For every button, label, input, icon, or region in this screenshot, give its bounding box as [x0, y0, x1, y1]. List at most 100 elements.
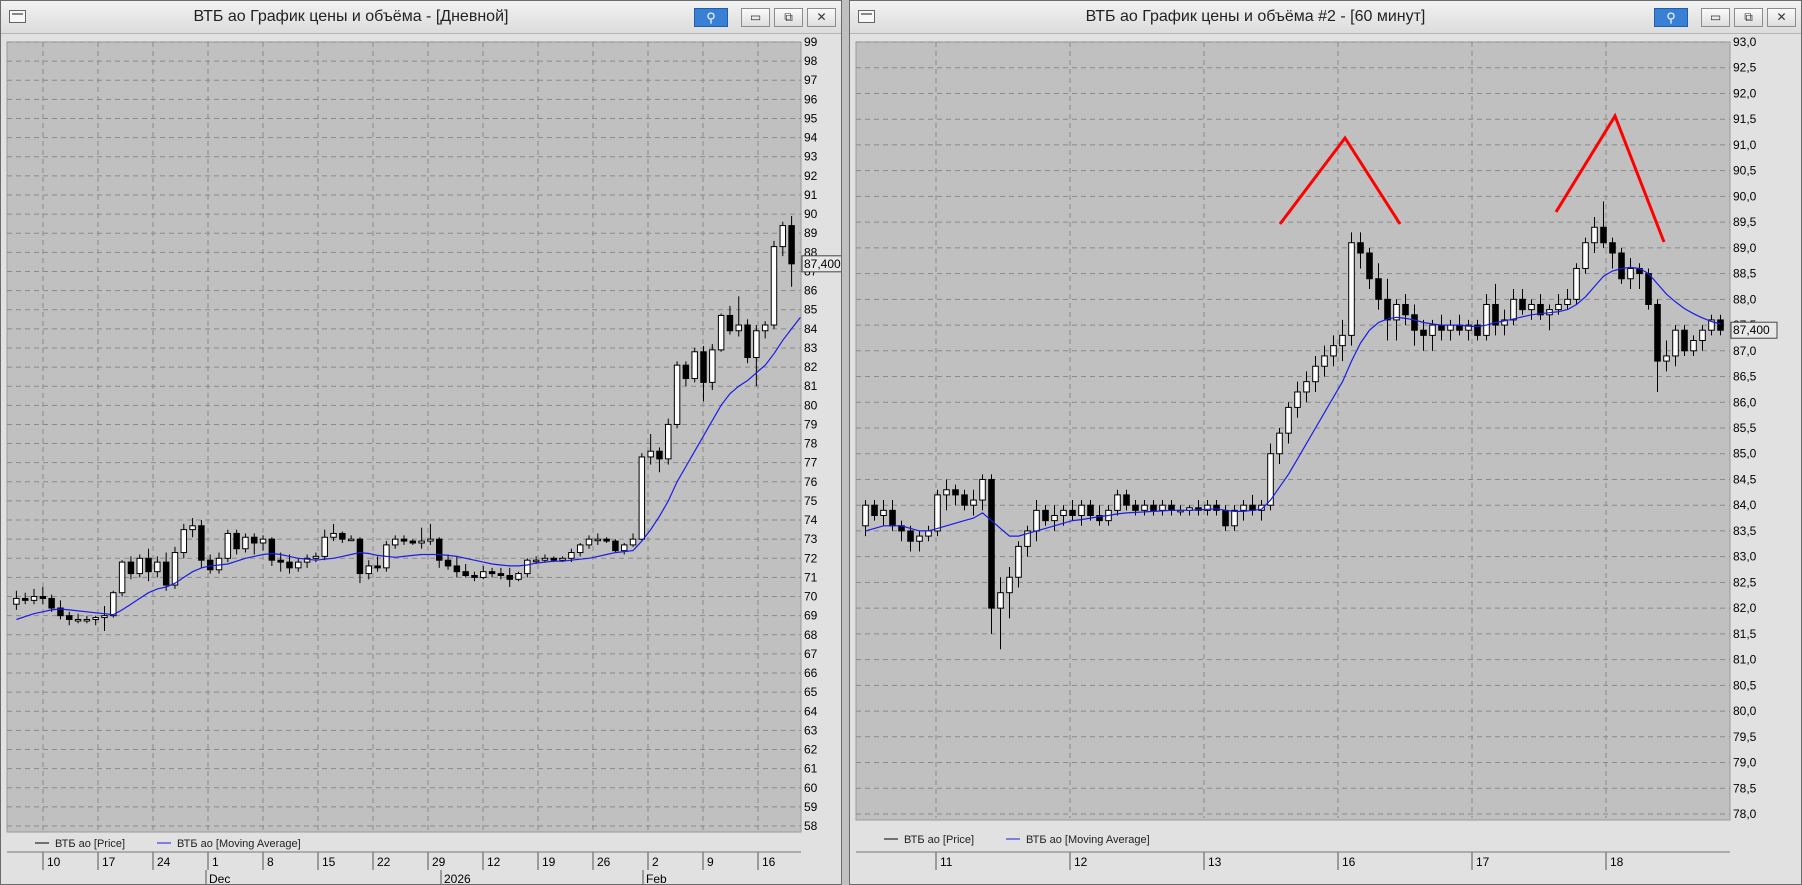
- y-tick-label: 78,0: [1733, 807, 1757, 821]
- price-chart[interactable]: 93,0 92,5 92,0 91,5 91,0 90,5 90,0 89,5 89,0 88,5…: [850, 34, 1801, 884]
- candle-body: [497, 573, 505, 577]
- y-tick-label: 65: [804, 685, 818, 699]
- window-menu-icon[interactable]: [858, 10, 875, 23]
- y-tick-label: 99: [804, 35, 818, 49]
- candle-body: [154, 561, 161, 573]
- y-tick-label: 86,0: [1733, 395, 1757, 409]
- candle-body: [925, 530, 932, 537]
- candle-body: [1150, 504, 1157, 511]
- window-menu-icon[interactable]: [9, 10, 26, 23]
- title-bar[interactable]: ВТБ ао График цены и объёма #2 - [60 мин…: [850, 1, 1801, 34]
- y-tick-label: 97: [804, 73, 818, 87]
- candle-body: [92, 617, 99, 620]
- close-button[interactable]: ✕: [1767, 8, 1796, 27]
- candle-body: [1141, 504, 1148, 511]
- candle-body: [39, 596, 47, 599]
- window-title: ВТБ ао График цены и объёма - [Дневной]: [193, 8, 509, 25]
- y-tick-label: 82,5: [1733, 575, 1757, 589]
- hourly-chart-window[interactable]: ВТБ ао График цены и объёма #2 - [60 мин…: [849, 0, 1802, 885]
- candle-body: [110, 592, 117, 617]
- maximize-button[interactable]: ⧉: [774, 8, 803, 27]
- candle-body: [1231, 509, 1238, 527]
- y-tick-label: 61: [804, 762, 818, 776]
- x-month-label: Dec: [209, 872, 230, 884]
- candle-body: [136, 557, 143, 575]
- y-tick-label: 79,5: [1733, 730, 1757, 744]
- candle-body: [1132, 504, 1139, 511]
- y-tick-label: 89,5: [1733, 215, 1757, 229]
- candle-body: [1015, 545, 1022, 578]
- candle-body: [1447, 324, 1454, 331]
- x-month-label: Feb: [646, 872, 667, 884]
- y-tick-label: 79: [804, 417, 818, 431]
- candle-body: [682, 364, 690, 380]
- maximize-button[interactable]: ⧉: [1734, 8, 1763, 27]
- candle-body: [365, 565, 372, 575]
- y-tick-label: 85,0: [1733, 447, 1757, 461]
- candle-body: [550, 557, 557, 561]
- y-tick-label: 93,0: [1733, 35, 1757, 49]
- y-tick-label: 80,0: [1733, 704, 1757, 718]
- y-tick-label: 96: [804, 92, 818, 106]
- candle-body: [629, 538, 637, 546]
- y-tick-label: 66: [804, 666, 818, 680]
- candle-body: [453, 565, 461, 573]
- candle-body: [665, 423, 672, 460]
- candle-body: [145, 557, 152, 573]
- x-tick-label: 11: [940, 855, 953, 869]
- y-tick-label: 90: [804, 207, 818, 221]
- link-button[interactable]: ⚲: [694, 8, 728, 27]
- candle-body: [13, 597, 20, 605]
- y-tick-label: 82: [804, 360, 818, 374]
- candle-body: [189, 525, 196, 531]
- y-tick-label: 91,0: [1733, 138, 1757, 152]
- close-button[interactable]: ✕: [807, 8, 836, 27]
- candle-body: [436, 538, 443, 561]
- price-chart[interactable]: 9998979695949392919089888786858483828180…: [1, 34, 841, 884]
- candle-body: [1051, 514, 1058, 522]
- candle-body: [427, 538, 434, 542]
- candle-body: [1654, 303, 1661, 362]
- candle-body: [1429, 324, 1436, 336]
- candle-body: [568, 552, 575, 559]
- last-price-label: 87,400: [804, 257, 841, 271]
- candle-body: [488, 571, 496, 575]
- minimize-button[interactable]: ▭: [741, 8, 770, 27]
- candle-body: [1087, 504, 1094, 516]
- legend-label-ma: ВТБ ао [Moving Average]: [1026, 834, 1150, 846]
- candle-body: [1042, 509, 1049, 522]
- y-tick-label: 74: [804, 513, 818, 527]
- candle-body: [321, 536, 328, 557]
- candle-body: [268, 538, 276, 561]
- minimize-button[interactable]: ▭: [1701, 8, 1730, 27]
- candle-body: [1123, 494, 1130, 506]
- candle-body: [1330, 345, 1337, 357]
- candle-body: [1672, 329, 1679, 357]
- title-bar[interactable]: ВТБ ао График цены и объёма - [Дневной] …: [1, 1, 841, 34]
- candle-body: [1420, 329, 1427, 336]
- y-tick-label: 86,5: [1733, 370, 1757, 384]
- candle-body: [1582, 242, 1589, 269]
- y-tick-label: 63: [804, 723, 818, 737]
- y-tick-label: 89,0: [1733, 241, 1757, 255]
- x-tick-label: 13: [1208, 855, 1222, 869]
- y-tick-label: 84,0: [1733, 498, 1757, 512]
- y-tick-label: 84: [804, 322, 818, 336]
- candle-body: [907, 530, 914, 542]
- x-tick-label: 9: [707, 855, 714, 869]
- y-tick-label: 58: [804, 819, 818, 833]
- link-button[interactable]: ⚲: [1654, 8, 1688, 27]
- candle-body: [391, 538, 399, 546]
- legend-label-price: ВТБ ао [Price]: [55, 838, 125, 850]
- candle-body: [1663, 355, 1670, 362]
- x-tick-label: 22: [377, 855, 391, 869]
- candle-body: [66, 615, 73, 620]
- candle-body: [1600, 226, 1607, 244]
- daily-chart-window[interactable]: ВТБ ао График цены и объёма - [Дневной] …: [0, 0, 842, 885]
- candle-body: [1618, 252, 1625, 280]
- candle-body: [862, 504, 869, 527]
- candle-body: [224, 532, 232, 559]
- x-tick-label: 17: [102, 855, 116, 869]
- y-tick-label: 98: [804, 54, 818, 68]
- x-tick-label: 16: [762, 855, 776, 869]
